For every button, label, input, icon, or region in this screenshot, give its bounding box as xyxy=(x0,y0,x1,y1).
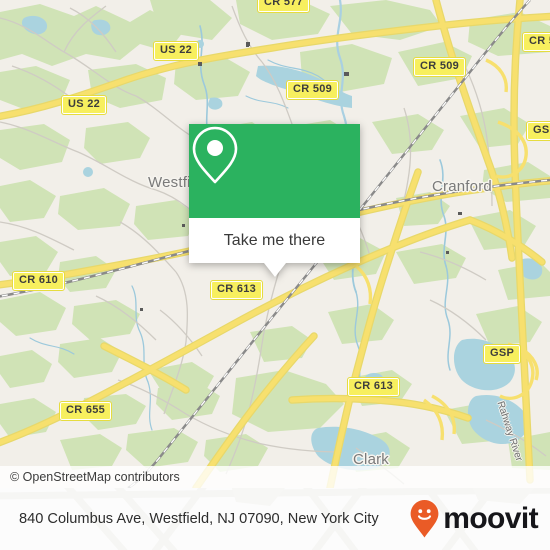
map-canvas[interactable]: Westfield Cranford Clark Rahway River CR… xyxy=(0,0,550,488)
take-me-there-popup[interactable]: Take me there xyxy=(189,124,360,277)
road-shield-gsp-south: GSP xyxy=(482,344,522,364)
road-shield-cr-509-north: CR 509 xyxy=(412,57,467,77)
footer-bar: 840 Columbus Ave, Westfield, NJ 07090, N… xyxy=(0,488,550,550)
road-shield-us-22-west: US 22 xyxy=(60,95,108,115)
moovit-wordmark: moovit xyxy=(443,502,538,535)
address-text: 840 Columbus Ave, Westfield, NJ 07090, N… xyxy=(19,510,379,527)
road-shield-gsp-north: GSP xyxy=(525,121,550,141)
road-shield-cr-655: CR 655 xyxy=(58,401,113,421)
popup-header xyxy=(189,124,360,218)
map-pin-icon xyxy=(192,126,238,184)
osm-attribution-text[interactable]: © OpenStreetMap contributors xyxy=(10,470,180,484)
moovit-smiley-pin-icon xyxy=(410,500,439,538)
popup-pointer xyxy=(263,263,286,277)
take-me-there-button[interactable]: Take me there xyxy=(189,218,360,263)
road-shield-cr-613-west: CR 613 xyxy=(209,280,264,300)
road-shield-us-22-north: US 22 xyxy=(152,41,200,61)
road-shield-cr-610: CR 610 xyxy=(11,271,66,291)
road-shield-cr-577: CR 577 xyxy=(256,0,311,13)
map-screenshot: Westfield Cranford Clark Rahway River CR… xyxy=(0,0,550,550)
osm-attribution-bar: © OpenStreetMap contributors xyxy=(0,466,550,488)
moovit-logo[interactable]: moovit xyxy=(409,499,539,539)
road-shield-cr-509-mid: CR 509 xyxy=(285,80,340,100)
road-shield-cr-613-south: CR 613 xyxy=(346,377,401,397)
take-me-there-label: Take me there xyxy=(223,231,326,249)
road-shield-cr-509-edge: CR 5 xyxy=(521,32,550,52)
